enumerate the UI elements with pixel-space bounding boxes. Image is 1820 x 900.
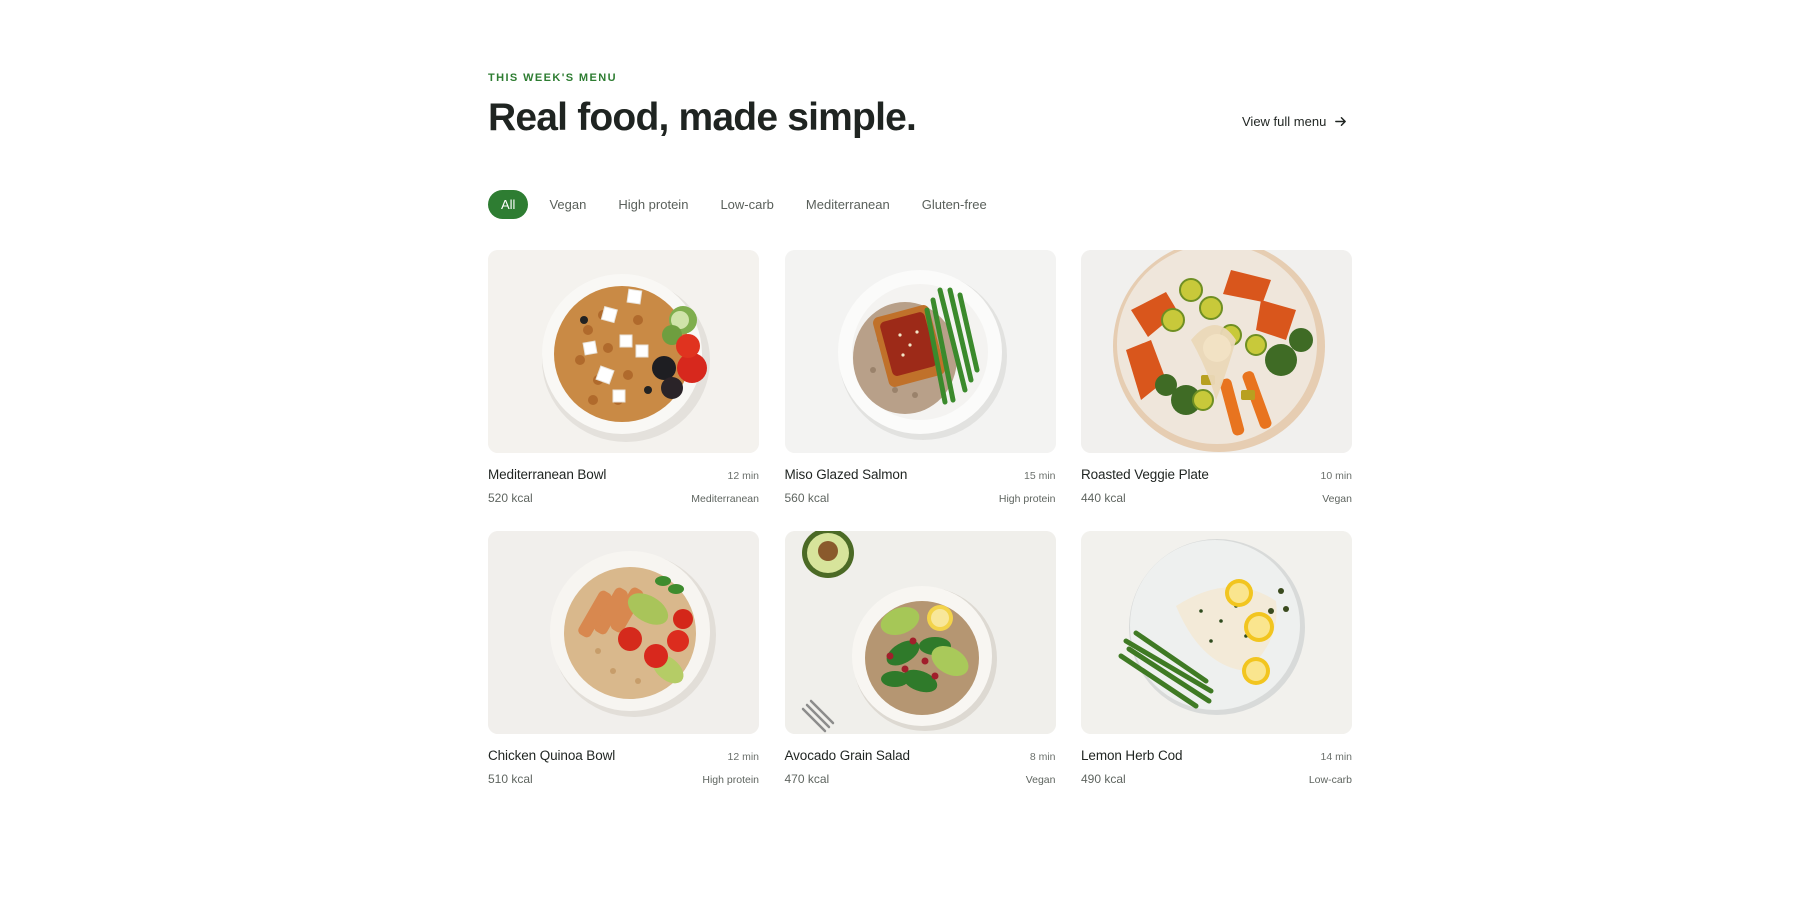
filter-vegan[interactable]: Vegan <box>538 190 597 219</box>
meal-kcal: 470 kcal <box>784 772 830 786</box>
meal-tag: High protein <box>702 774 759 786</box>
meal-time: 12 min <box>727 751 759 763</box>
meal-card[interactable]: Miso Glazed Salmon 15 min 560 kcal High … <box>784 250 1056 505</box>
meal-header: Avocado Grain Salad 8 min <box>785 748 1056 763</box>
arrow-right-icon <box>1335 117 1347 126</box>
meal-title: Chicken Quinoa Bowl <box>488 748 616 763</box>
meal-photo <box>488 250 759 453</box>
meal-meta: 560 kcal High protein <box>785 491 1056 505</box>
meal-time: 12 min <box>727 470 759 482</box>
meal-kcal: 560 kcal <box>784 491 830 505</box>
meal-title: Mediterranean Bowl <box>488 467 607 482</box>
meal-header: Roasted Veggie Plate 10 min <box>1081 467 1352 482</box>
meal-tag: High protein <box>998 493 1056 505</box>
filter-high-protein[interactable]: High protein <box>607 190 699 219</box>
meal-title: Miso Glazed Salmon <box>784 467 908 482</box>
filter-mediterranean[interactable]: Mediterranean <box>795 190 901 219</box>
meal-kcal: 490 kcal <box>1081 772 1126 786</box>
meal-photo <box>1081 250 1352 453</box>
meal-time: 15 min <box>1023 470 1056 482</box>
page-title: Real food, made simple. <box>488 96 917 139</box>
meal-card[interactable]: Chicken Quinoa Bowl 12 min 510 kcal High… <box>488 531 759 786</box>
meal-meta: 510 kcal High protein <box>488 772 759 786</box>
filter-low-carb[interactable]: Low-carb <box>709 190 784 219</box>
meal-tag: Vegan <box>1322 493 1352 505</box>
meal-header: Lemon Herb Cod 14 min <box>1081 748 1352 763</box>
meal-title: Roasted Veggie Plate <box>1081 467 1209 482</box>
meal-header: Chicken Quinoa Bowl 12 min <box>488 748 759 763</box>
meal-photo <box>784 250 1056 453</box>
meal-photo <box>1081 531 1352 734</box>
meal-time: 10 min <box>1320 470 1352 482</box>
section-eyebrow: THIS WEEK'S MENU <box>488 72 617 84</box>
meal-header: Mediterranean Bowl 12 min <box>488 467 759 482</box>
meal-photo <box>784 531 1056 734</box>
filter-gluten-free[interactable]: Gluten-free <box>911 190 998 219</box>
meal-meta: 440 kcal Vegan <box>1081 491 1352 505</box>
meal-card[interactable]: Lemon Herb Cod 14 min 490 kcal Low-carb <box>1081 531 1352 786</box>
meal-kcal: 440 kcal <box>1081 491 1126 505</box>
meal-meta: 490 kcal Low-carb <box>1081 772 1352 786</box>
meal-tag: Low-carb <box>1308 774 1352 786</box>
meal-card[interactable]: Roasted Veggie Plate 10 min 440 kcal Veg… <box>1081 250 1352 505</box>
view-full-menu-link[interactable]: View full menu <box>1242 114 1347 129</box>
meal-kcal: 520 kcal <box>488 491 533 505</box>
meal-grid: Mediterranean Bowl 12 min 520 kcal Medit… <box>488 250 1352 786</box>
meal-time: 14 min <box>1320 751 1352 763</box>
meal-title: Avocado Grain Salad <box>784 748 911 763</box>
meal-header: Miso Glazed Salmon 15 min <box>785 467 1056 482</box>
meal-tag: Vegan <box>1025 774 1056 786</box>
meal-card[interactable]: Mediterranean Bowl 12 min 520 kcal Medit… <box>488 250 759 505</box>
meal-photo <box>488 531 759 734</box>
view-full-menu-label: View full menu <box>1242 114 1327 129</box>
filter-chips: All Vegan High protein Low-carb Mediterr… <box>488 190 998 219</box>
meal-tag: Mediterranean <box>691 493 759 505</box>
meal-meta: 520 kcal Mediterranean <box>488 491 759 505</box>
meal-card[interactable]: Avocado Grain Salad 8 min 470 kcal Vegan <box>784 531 1056 786</box>
meal-time: 8 min <box>1029 751 1056 763</box>
filter-all[interactable]: All <box>488 190 529 219</box>
meal-meta: 470 kcal Vegan <box>785 772 1056 786</box>
meal-title: Lemon Herb Cod <box>1081 748 1183 763</box>
meal-kcal: 510 kcal <box>488 772 533 786</box>
